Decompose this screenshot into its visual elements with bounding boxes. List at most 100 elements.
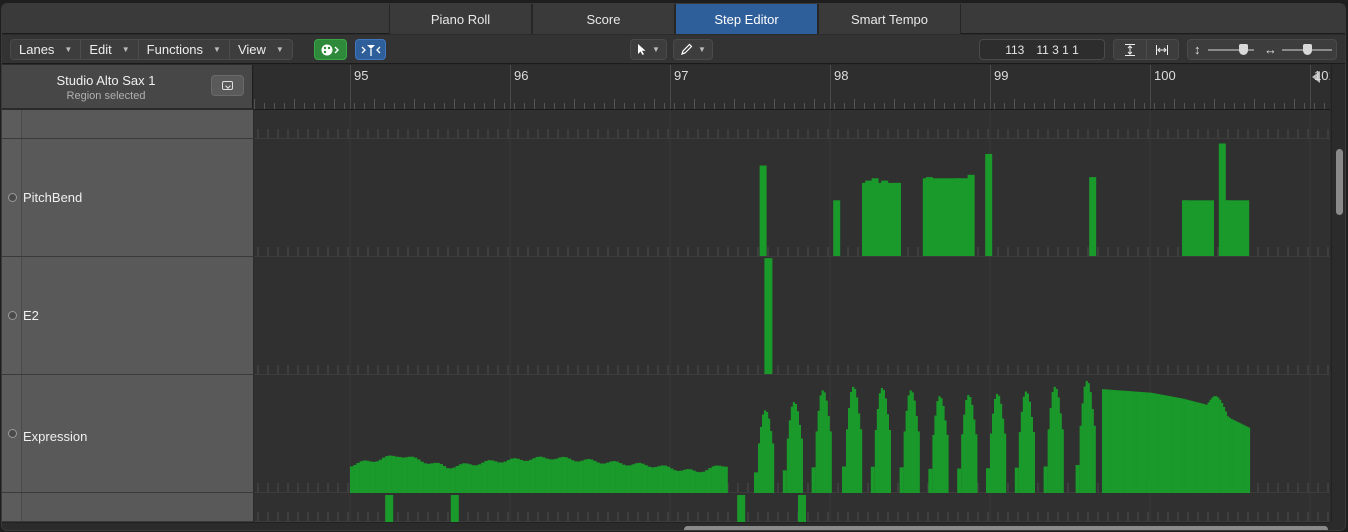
functions-menu[interactable]: Functions ▼ (139, 40, 230, 59)
catch-playhead-icon (361, 44, 380, 56)
fit-vertical-button[interactable] (1114, 40, 1147, 59)
expression-event (786, 438, 789, 493)
chevron-down-icon: ▼ (275, 45, 284, 54)
ruler-tick (634, 103, 635, 109)
ruler-tick (994, 103, 995, 109)
step-editor-grid[interactable] (254, 110, 1330, 522)
ruler-tick (514, 103, 515, 109)
expression-event (1126, 391, 1130, 493)
tab-step-editor[interactable]: Step Editor (675, 4, 818, 34)
bar-line (350, 65, 351, 109)
bar-line (1150, 65, 1151, 109)
expression-event (946, 434, 949, 493)
ruler-tick (1094, 99, 1095, 109)
horizontal-zoom-knob[interactable] (1303, 44, 1312, 55)
expression-event (817, 410, 820, 493)
expression-event (1089, 392, 1092, 493)
ruler-tick (954, 103, 955, 109)
region-status: Region selected (66, 90, 146, 102)
expression-event (1219, 399, 1222, 493)
expression-event (1221, 403, 1224, 493)
lane-select-dot-icon[interactable] (8, 429, 17, 438)
ruler-tick (1274, 103, 1275, 109)
vertical-scrollbar[interactable] (1331, 65, 1345, 522)
bar-ruler[interactable]: 95 96 97 98 99 100 101 (254, 65, 1330, 110)
command-click-tool-select[interactable]: ▼ (673, 39, 713, 60)
expression-event (1032, 432, 1035, 493)
catch-playhead-button[interactable] (355, 39, 386, 60)
horizontal-zoom-icon: ↔ (1264, 42, 1277, 57)
ruler-tick (1314, 103, 1315, 109)
ruler-tick (444, 103, 445, 109)
expression-event (446, 468, 450, 493)
expression-event (1103, 389, 1107, 493)
tab-smart-tempo[interactable]: Smart Tempo (818, 4, 961, 34)
ruler-tick (304, 103, 305, 109)
ruler-tick (1064, 103, 1065, 109)
chevron-down-icon: ▼ (64, 45, 73, 54)
expression-event (670, 468, 674, 493)
vertical-zoom-knob[interactable] (1239, 44, 1248, 55)
midi-in-button[interactable] (314, 39, 347, 60)
lane-blank-top[interactable] (2, 110, 253, 139)
horizontal-scroll-thumb[interactable] (684, 526, 1328, 530)
expression-event (957, 468, 962, 493)
step-editor-window: Piano Roll Score Step Editor Smart Tempo… (1, 3, 1346, 531)
lane-select-dot-icon[interactable] (8, 311, 17, 320)
lane-e2[interactable]: E2 (2, 257, 253, 375)
lane-blank-bottom[interactable] (2, 493, 253, 522)
pitchbend-event (985, 153, 993, 256)
expression-event (1107, 389, 1110, 493)
expression-event (586, 458, 591, 493)
ruler-tick (1224, 103, 1225, 109)
tab-piano-roll[interactable]: Piano Roll (389, 4, 532, 34)
expression-event (561, 456, 565, 493)
fit-horizontal-button[interactable] (1147, 40, 1179, 59)
tab-score[interactable]: Score (532, 4, 675, 34)
expression-event (874, 429, 877, 493)
ruler-tick (1254, 99, 1255, 109)
event-canvas[interactable] (254, 110, 1330, 522)
bar-line (1310, 65, 1311, 109)
position-display[interactable]: 113 11 3 1 1 (979, 39, 1105, 60)
expression-event (1155, 393, 1158, 493)
horizontal-scrollbar[interactable] (254, 522, 1331, 530)
expression-event (721, 466, 725, 493)
expression-event (558, 457, 562, 493)
ruler-tick (364, 103, 365, 109)
expression-event (992, 413, 995, 493)
expression-event (942, 405, 945, 493)
lane-expression[interactable]: Expression (2, 375, 253, 493)
lane-set-button[interactable] (211, 75, 244, 96)
ruler-tick (894, 99, 895, 109)
lane-background (254, 110, 1330, 139)
vertical-scroll-thumb[interactable] (1336, 149, 1343, 215)
expression-event (1236, 421, 1239, 493)
left-click-tool-select[interactable]: ▼ (630, 39, 667, 60)
view-menu[interactable]: View ▼ (230, 40, 292, 59)
expression-event (394, 456, 399, 493)
pitchbend-event (1220, 200, 1250, 256)
expression-event (382, 457, 386, 493)
expression-event (1051, 392, 1054, 493)
expression-event (1128, 391, 1132, 493)
expression-event (915, 416, 918, 493)
expression-event (973, 419, 976, 493)
lane-pitchbend[interactable]: PitchBend (2, 139, 253, 257)
edit-menu[interactable]: Edit ▼ (81, 40, 139, 59)
ruler-tick (404, 103, 405, 109)
ruler-tick (1244, 103, 1245, 109)
expression-event (1079, 425, 1082, 493)
expression-event (1238, 422, 1241, 493)
expression-event (938, 396, 941, 493)
expression-event (359, 461, 363, 493)
expression-event (1030, 416, 1033, 493)
ruler-tick (794, 103, 795, 109)
ruler-tick (904, 103, 905, 109)
lanes-menu[interactable]: Lanes ▼ (11, 40, 82, 59)
expression-event (679, 470, 683, 493)
ruler-tick (764, 103, 765, 109)
expression-event (532, 458, 536, 493)
lane-select-dot-icon[interactable] (8, 193, 17, 202)
expression-event (490, 460, 495, 493)
